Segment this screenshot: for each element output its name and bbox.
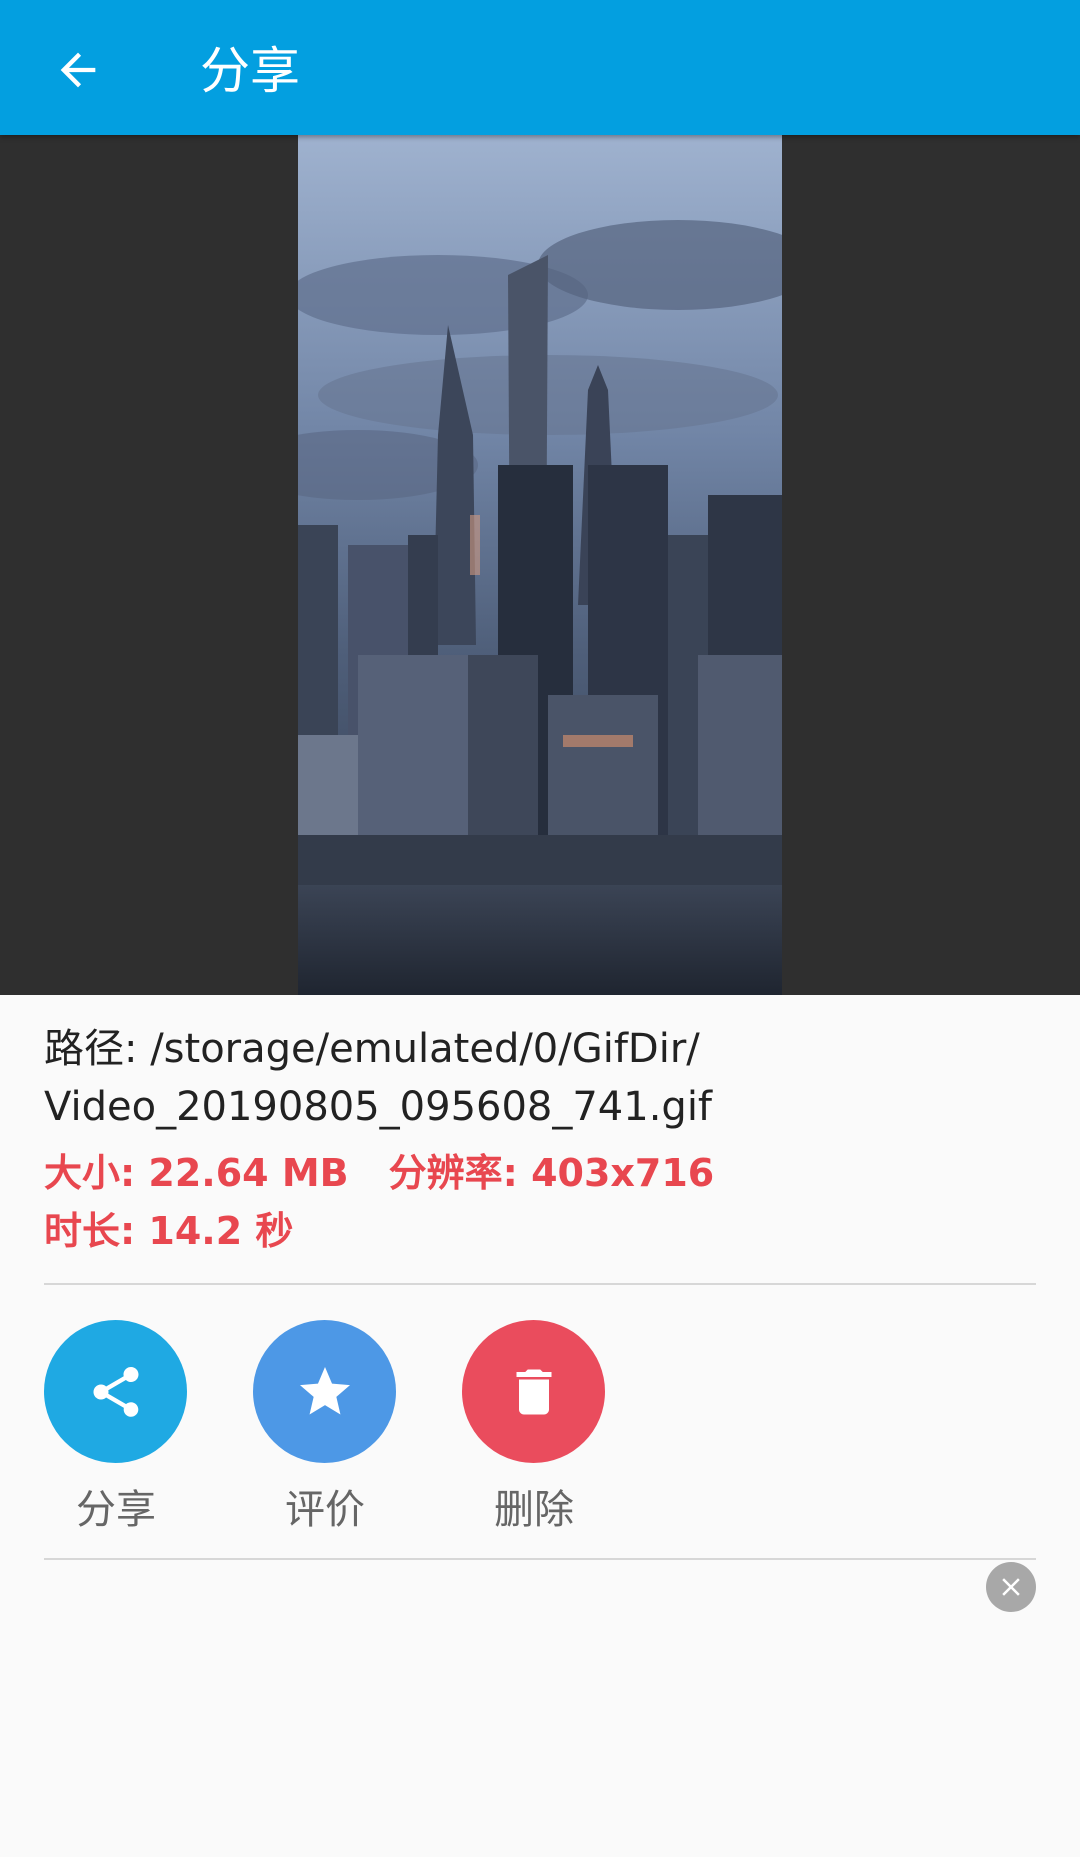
delete-button[interactable] — [462, 1320, 605, 1463]
page-title: 分享 — [200, 42, 300, 100]
rate-button[interactable] — [253, 1320, 396, 1463]
star-icon — [299, 1366, 350, 1414]
delete-action[interactable]: 删除 — [462, 1320, 606, 1535]
file-info: 路径: /storage/emulated/0/GifDir/ Video_20… — [44, 1020, 1044, 1260]
ad-close-button[interactable] — [986, 1562, 1036, 1612]
file-path-line-2: Video_20190805_095608_741.gif — [44, 1084, 713, 1130]
close-circle-icon — [1002, 1578, 1020, 1596]
delete-label: 删除 — [494, 1487, 574, 1533]
divider-top — [44, 1283, 1036, 1285]
app-bar: 分享 — [0, 0, 1080, 135]
file-path-line-1: 路径: /storage/emulated/0/GifDir/ — [44, 1026, 700, 1072]
divider-bottom — [44, 1558, 1036, 1560]
share-action[interactable]: 分享 — [44, 1320, 188, 1535]
file-meta: 大小: 22.64 MB 分辨率: 403x716 时长: 14.2 秒 — [44, 1144, 1044, 1260]
file-path: 路径: /storage/emulated/0/GifDir/ Video_20… — [44, 1020, 1044, 1136]
arrow-back-icon — [60, 52, 96, 88]
trash-icon — [516, 1369, 551, 1414]
share-button[interactable] — [44, 1320, 187, 1463]
gif-preview-image[interactable] — [298, 135, 782, 995]
rate-label: 评价 — [285, 1487, 365, 1533]
share-label: 分享 — [76, 1487, 156, 1533]
share-icon — [93, 1366, 138, 1417]
file-resolution: 分辨率: 403x716 — [388, 1151, 715, 1195]
file-size: 大小: 22.64 MB — [44, 1151, 349, 1195]
back-button[interactable] — [38, 30, 118, 110]
rate-action[interactable]: 评价 — [253, 1320, 397, 1535]
file-duration: 时长: 14.2 秒 — [44, 1209, 294, 1253]
gif-preview-area — [0, 135, 1080, 995]
